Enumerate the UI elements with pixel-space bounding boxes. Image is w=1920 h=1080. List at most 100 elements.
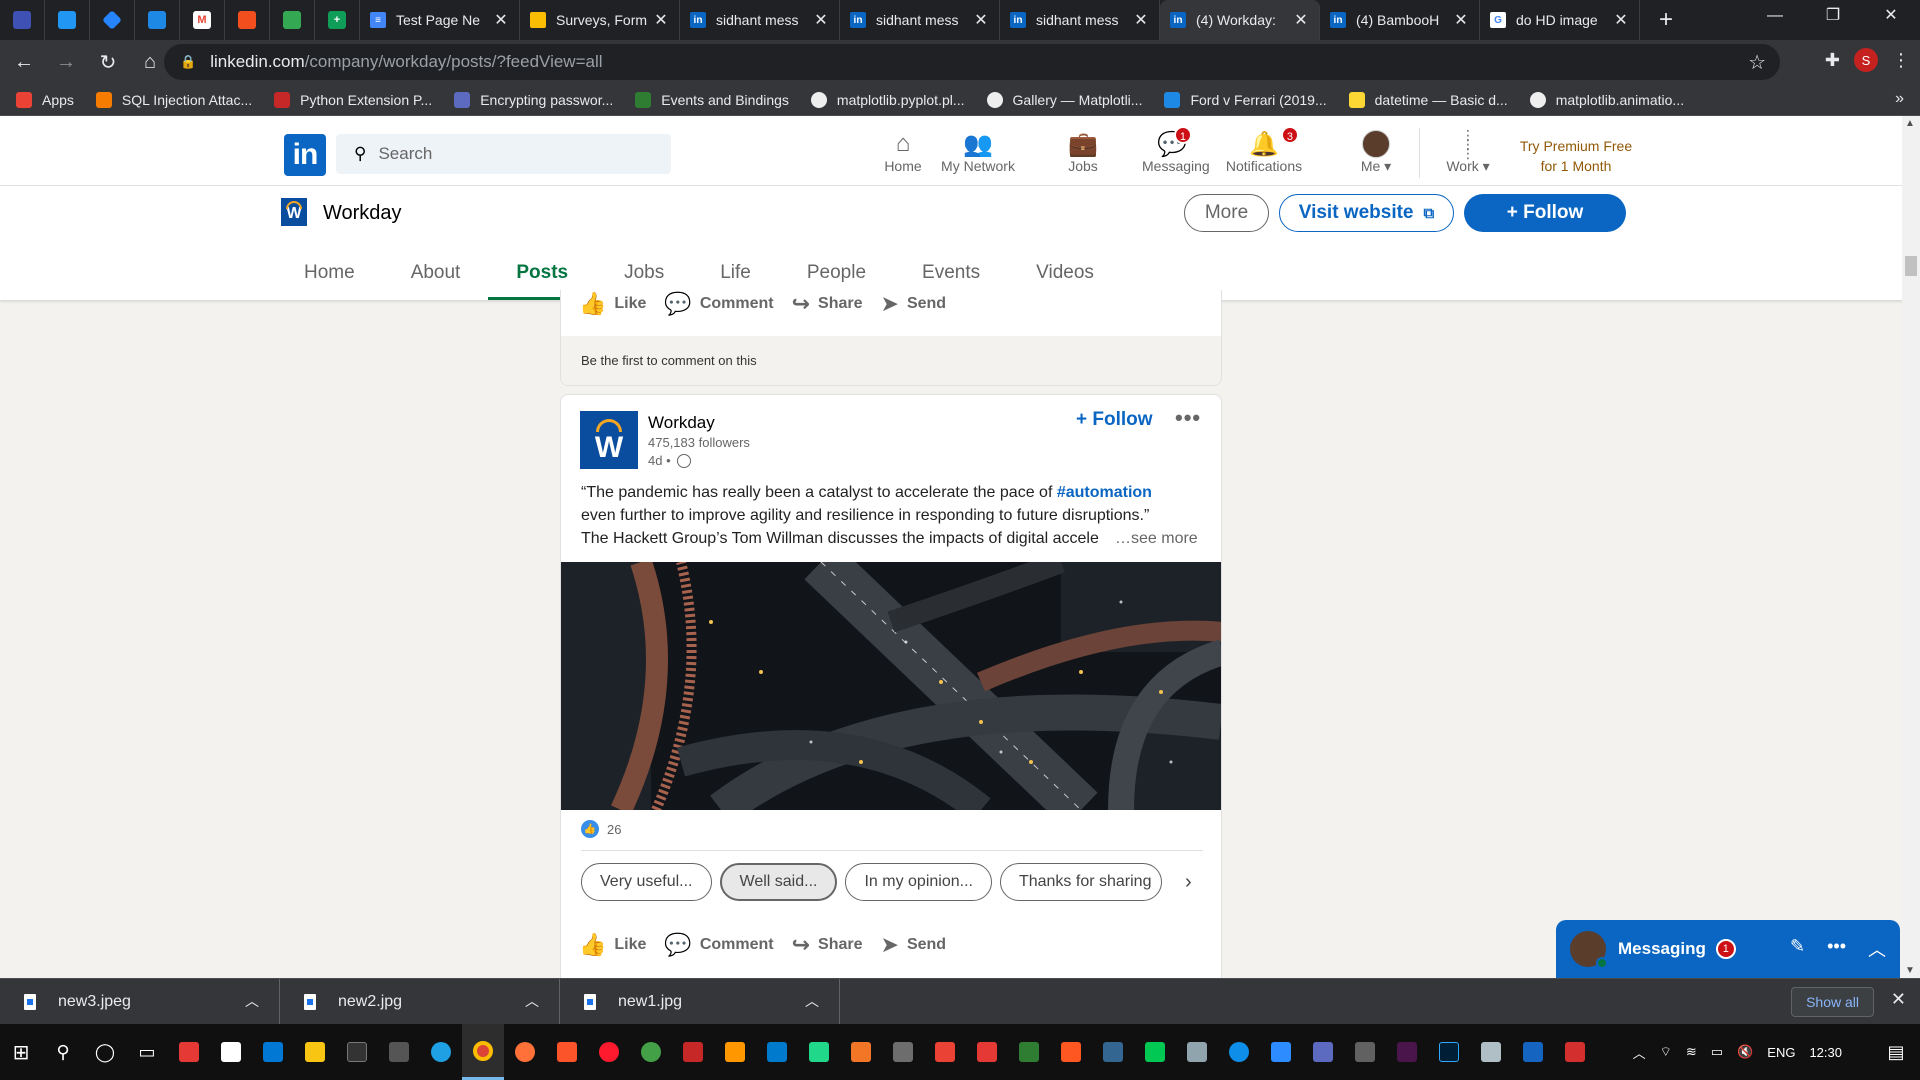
taskbar-app-icon[interactable] [1302,1024,1344,1080]
clock[interactable]: 12:30 [1809,1045,1842,1060]
nav-home[interactable]: ⌂ Home [873,130,933,174]
nav-me[interactable]: Me ▾ [1346,130,1406,175]
brave-icon[interactable] [546,1024,588,1080]
search-icon[interactable]: ⚲ [42,1024,84,1080]
company-logo[interactable]: W [281,198,307,226]
taskbar-app-icon[interactable] [672,1024,714,1080]
wifi-icon[interactable]: ≋ [1686,1044,1697,1060]
cortana-icon[interactable]: ◯ [84,1024,126,1080]
comment-button[interactable]: 💬 Comment [664,932,773,958]
pinned-tab-5[interactable]: M [180,0,225,40]
explorer-icon[interactable] [294,1024,336,1080]
bookmark-item[interactable]: matplotlib.pyplot.pl... [810,91,965,108]
chrome-icon[interactable] [462,1024,504,1080]
terminal-icon[interactable] [336,1024,378,1080]
close-downloads-icon[interactable]: ✕ [1891,989,1906,1010]
photoshop-icon[interactable] [1428,1024,1470,1080]
bookmark-item[interactable]: Ford v Ferrari (2019... [1164,91,1327,108]
suggestion-chip[interactable]: In my opinion... [845,863,992,901]
taskbar-app-icon[interactable] [1344,1024,1386,1080]
send-button[interactable]: ➤ Send [881,932,947,958]
taskbar-app-icon[interactable] [630,1024,672,1080]
hashtag-link[interactable]: #automation [1057,484,1152,501]
browser-menu-icon[interactable]: ⋮ [1892,50,1910,71]
taskbar-app-icon[interactable] [1470,1024,1512,1080]
pinned-tab-2[interactable] [45,0,90,40]
teamviewer-icon[interactable] [1218,1024,1260,1080]
nav-notifications[interactable]: 🔔 3 Notifications [1219,126,1309,174]
bookmark-item[interactable]: Apps [16,91,74,108]
taskbar-app-icon[interactable] [966,1024,1008,1080]
scroll-thumb[interactable] [1905,256,1917,276]
tab-close-icon[interactable]: ✕ [493,10,509,30]
task-view-icon[interactable]: ▭ [126,1024,168,1080]
search-input[interactable]: ⚲ Search [336,134,671,174]
follow-company-button[interactable]: + Follow [1464,194,1626,232]
post-options-icon[interactable]: ••• [1175,405,1201,431]
download-item[interactable]: new1.jpg ︿ [560,978,840,1025]
vscode-icon[interactable] [756,1024,798,1080]
linkedin-logo[interactable]: in [284,134,326,176]
taskbar-app-icon[interactable] [168,1024,210,1080]
git-icon[interactable] [1134,1024,1176,1080]
firefox-icon[interactable] [504,1024,546,1080]
send-button[interactable]: ➤ Send [881,291,947,317]
post-author-name[interactable]: Workday [648,413,715,433]
opera-icon[interactable] [588,1024,630,1080]
bookmarks-overflow[interactable]: » [1895,90,1904,108]
address-bar[interactable]: 🔒 linkedin.com/company/workday/posts/?fe… [164,44,1780,80]
nav-messaging[interactable]: 💬 1 Messaging [1142,126,1210,174]
tray-chevron-icon[interactable]: ︿ [1633,1043,1646,1062]
bookmark-item[interactable]: Gallery — Matplotli... [986,91,1142,108]
see-more-link[interactable]: …see more [1115,527,1198,550]
taskbar-app-icon[interactable] [1008,1024,1050,1080]
nav-work[interactable]: ⋮⋮⋮ Work ▾ [1438,128,1498,175]
store-icon[interactable] [210,1024,252,1080]
browser-tab[interactable]: ≡ Test Page Ne ✕ [360,0,520,40]
company-name[interactable]: Workday [323,202,402,225]
network-icon[interactable]: ⌔ [1660,1044,1672,1060]
restore-icon[interactable]: ❐ [1804,0,1862,32]
tab-close-icon[interactable]: ✕ [1453,10,1469,30]
profile-avatar[interactable]: S [1854,48,1878,72]
pinned-tab-6[interactable] [225,0,270,40]
taskbar-app-icon[interactable] [378,1024,420,1080]
more-button[interactable]: More [1184,194,1269,232]
tab-home[interactable]: Home [276,242,383,300]
tab-close-icon[interactable]: ✕ [1133,10,1149,30]
premium-link[interactable]: Try Premium Free for 1 Month [1514,136,1638,176]
browser-tab[interactable]: in sidhant mess ✕ [840,0,1000,40]
reload-icon[interactable]: ↻ [90,44,126,80]
chevron-up-icon[interactable]: ︿ [1868,936,1886,962]
bookmark-item[interactable]: Python Extension P... [274,91,432,108]
nav-jobs[interactable]: 💼 Jobs [1053,130,1113,175]
language-indicator[interactable]: ENG [1767,1045,1795,1060]
bookmark-item[interactable]: matplotlib.animatio... [1529,91,1684,108]
pycharm-icon[interactable] [798,1024,840,1080]
start-icon[interactable]: ⊞ [0,1024,42,1080]
minimize-icon[interactable]: — [1746,0,1804,32]
battery-icon[interactable]: ▭ [1711,1044,1723,1060]
share-button[interactable]: ↪ Share [792,291,863,317]
messaging-options-icon[interactable]: ••• [1827,936,1846,962]
pinned-tab-3[interactable] [90,0,135,40]
show-all-button[interactable]: Show all [1791,987,1874,1017]
suggestion-chip[interactable]: Well said... [719,863,838,901]
pinned-tab-7[interactable] [270,0,315,40]
browser-tab[interactable]: Surveys, Form ✕ [520,0,680,40]
scroll-up-icon[interactable]: ▲ [1905,118,1915,129]
mail-icon[interactable] [252,1024,294,1080]
taskbar-app-icon[interactable] [1176,1024,1218,1080]
suggestion-chip[interactable]: Very useful... [581,863,712,901]
reaction-count[interactable]: 👍 26 [581,820,621,838]
post-follow-button[interactable]: + Follow [1076,409,1153,431]
tab-about[interactable]: About [383,242,489,300]
compose-icon[interactable]: ✎ [1790,936,1805,962]
taskbar-app-icon[interactable] [1050,1024,1092,1080]
bookmark-item[interactable]: datetime — Basic d... [1348,91,1508,108]
post-image[interactable] [561,562,1221,810]
tab-close-icon[interactable]: ✕ [973,10,989,30]
edge-icon[interactable] [420,1024,462,1080]
tab-close-icon[interactable]: ✕ [813,10,829,30]
bookmark-item[interactable]: SQL Injection Attac... [95,91,252,108]
